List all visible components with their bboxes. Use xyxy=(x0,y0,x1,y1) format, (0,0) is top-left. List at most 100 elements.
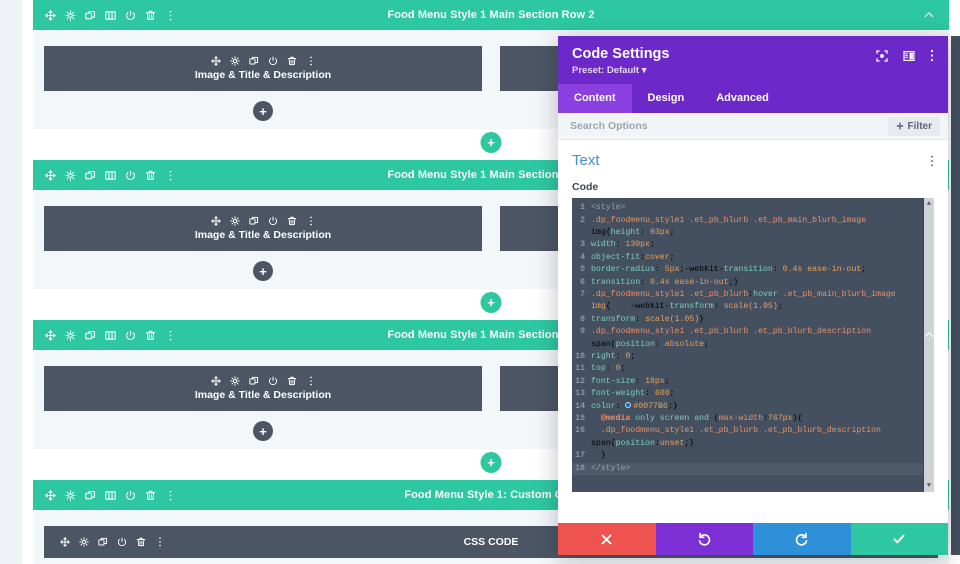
columns-icon[interactable] xyxy=(105,170,116,181)
module-label: Image & Title & Description xyxy=(194,389,332,401)
disable-icon[interactable] xyxy=(125,170,136,181)
row-toolbar xyxy=(33,9,176,21)
move-icon[interactable] xyxy=(210,56,221,66)
disable-icon[interactable] xyxy=(125,330,136,341)
more-options-icon[interactable] xyxy=(306,376,316,386)
redo-button[interactable] xyxy=(753,523,851,555)
more-options-icon[interactable] xyxy=(165,330,176,341)
modal-preset-selector[interactable]: Preset: Default ▾ xyxy=(572,65,876,76)
disable-icon[interactable] xyxy=(268,216,278,226)
trash-icon[interactable] xyxy=(145,490,156,501)
code-editor-content[interactable]: 1 <style> 2 .dp_foodmenu_style1 .et_pb_b… xyxy=(572,198,923,492)
duplicate-icon[interactable] xyxy=(248,376,259,386)
disable-icon[interactable] xyxy=(268,56,278,66)
move-icon[interactable] xyxy=(45,329,56,341)
move-icon[interactable] xyxy=(45,9,56,21)
more-options-icon[interactable] xyxy=(165,170,176,181)
duplicate-icon[interactable] xyxy=(85,10,96,21)
layout-toggle-icon[interactable] xyxy=(903,50,915,62)
columns-icon[interactable] xyxy=(105,490,116,501)
row-toolbar xyxy=(33,169,176,181)
gear-icon[interactable] xyxy=(65,489,76,501)
disable-icon[interactable] xyxy=(125,490,136,501)
code-text: transform: scale(1.05)} xyxy=(591,314,705,324)
duplicate-icon[interactable] xyxy=(85,170,96,181)
move-icon[interactable] xyxy=(45,169,56,181)
trash-icon[interactable] xyxy=(287,376,297,386)
gear-icon[interactable] xyxy=(229,56,240,66)
more-options-icon[interactable] xyxy=(930,155,934,167)
disable-icon[interactable] xyxy=(117,537,127,547)
search-input[interactable]: Search Options xyxy=(570,120,888,132)
duplicate-icon[interactable] xyxy=(85,330,96,341)
module-block[interactable]: Image & Title & Description xyxy=(44,206,482,251)
code-editor[interactable]: 1 <style> 2 .dp_foodmenu_style1 .et_pb_b… xyxy=(572,198,934,493)
add-module-button[interactable]: + xyxy=(253,421,273,441)
code-line: 9 .dp_foodmenu_style1 .et_pb_blurb .et_p… xyxy=(572,326,923,351)
code-text: border-radius: 5px;-webkit-transition: 0… xyxy=(591,265,867,275)
chevron-up-icon[interactable] xyxy=(923,169,949,181)
move-icon[interactable] xyxy=(60,537,70,547)
tab-advanced[interactable]: Advanced xyxy=(700,84,785,113)
gear-icon[interactable] xyxy=(79,537,89,547)
add-row-button[interactable]: + xyxy=(480,452,502,473)
code-line: 1 <style> xyxy=(572,202,923,214)
duplicate-icon[interactable] xyxy=(248,56,259,66)
disable-icon[interactable] xyxy=(268,376,278,386)
color-swatch[interactable] xyxy=(625,402,632,409)
more-options-icon[interactable] xyxy=(930,49,934,62)
gear-icon[interactable] xyxy=(229,376,240,386)
line-number: 11 xyxy=(575,364,585,374)
undo-button[interactable] xyxy=(655,523,753,555)
code-text: font-size: 18px; xyxy=(591,376,670,386)
gear-icon[interactable] xyxy=(65,169,76,181)
trash-icon[interactable] xyxy=(145,10,156,21)
columns-icon[interactable] xyxy=(105,330,116,341)
module-block[interactable]: Image & Title & Description xyxy=(44,366,482,411)
more-options-icon[interactable] xyxy=(306,56,316,66)
more-options-icon[interactable] xyxy=(165,10,176,21)
duplicate-icon[interactable] xyxy=(248,216,259,226)
move-icon[interactable] xyxy=(45,489,56,501)
save-button[interactable] xyxy=(850,523,948,555)
code-line: 3 width: 130px; xyxy=(572,239,923,251)
scroll-up-icon[interactable]: ▲ xyxy=(927,200,931,208)
trash-icon[interactable] xyxy=(145,330,156,341)
add-row-button[interactable]: + xyxy=(480,292,502,313)
trash-icon[interactable] xyxy=(287,216,297,226)
module-block[interactable]: Image & Title & Description xyxy=(44,46,482,91)
trash-icon[interactable] xyxy=(287,56,297,66)
gear-icon[interactable] xyxy=(65,9,76,21)
row-header[interactable]: Food Menu Style 1 Main Section Row 2 xyxy=(33,0,949,30)
disable-icon[interactable] xyxy=(125,10,136,21)
tab-design[interactable]: Design xyxy=(632,84,701,113)
trash-icon[interactable] xyxy=(136,537,146,547)
cancel-button[interactable] xyxy=(558,523,656,555)
module-toolbar xyxy=(210,56,316,66)
gear-icon[interactable] xyxy=(229,216,240,226)
filter-button[interactable]: Filter xyxy=(887,116,940,136)
fullscreen-icon[interactable] xyxy=(876,49,888,62)
line-number: 10 xyxy=(575,352,585,361)
trash-icon[interactable] xyxy=(145,170,156,181)
add-module-button[interactable]: + xyxy=(253,101,273,121)
code-text: .dp_foodmenu_style1 .et_pb_blurb:hover .… xyxy=(591,289,901,312)
move-icon[interactable] xyxy=(210,216,221,226)
duplicate-icon[interactable] xyxy=(98,537,108,547)
add-module-button[interactable]: + xyxy=(253,261,273,281)
add-row-button[interactable]: + xyxy=(480,132,502,153)
preset-label: Preset: Default xyxy=(572,65,640,77)
more-options-icon[interactable] xyxy=(155,537,165,547)
gear-icon[interactable] xyxy=(65,329,76,341)
code-editor-scrollbar[interactable]: ▲ ▼ xyxy=(923,198,934,493)
duplicate-icon[interactable] xyxy=(85,490,96,501)
more-options-icon[interactable] xyxy=(165,490,176,501)
chevron-up-icon[interactable] xyxy=(923,489,949,501)
chevron-up-icon[interactable] xyxy=(923,329,949,341)
move-icon[interactable] xyxy=(210,376,221,386)
columns-icon[interactable] xyxy=(105,10,116,21)
tab-content[interactable]: Content xyxy=(558,84,632,114)
chevron-up-icon[interactable] xyxy=(923,9,949,21)
code-text: .dp_foodmenu_style1 .et_pb_blurb .et_pb_… xyxy=(591,215,872,237)
more-options-icon[interactable] xyxy=(306,216,316,226)
